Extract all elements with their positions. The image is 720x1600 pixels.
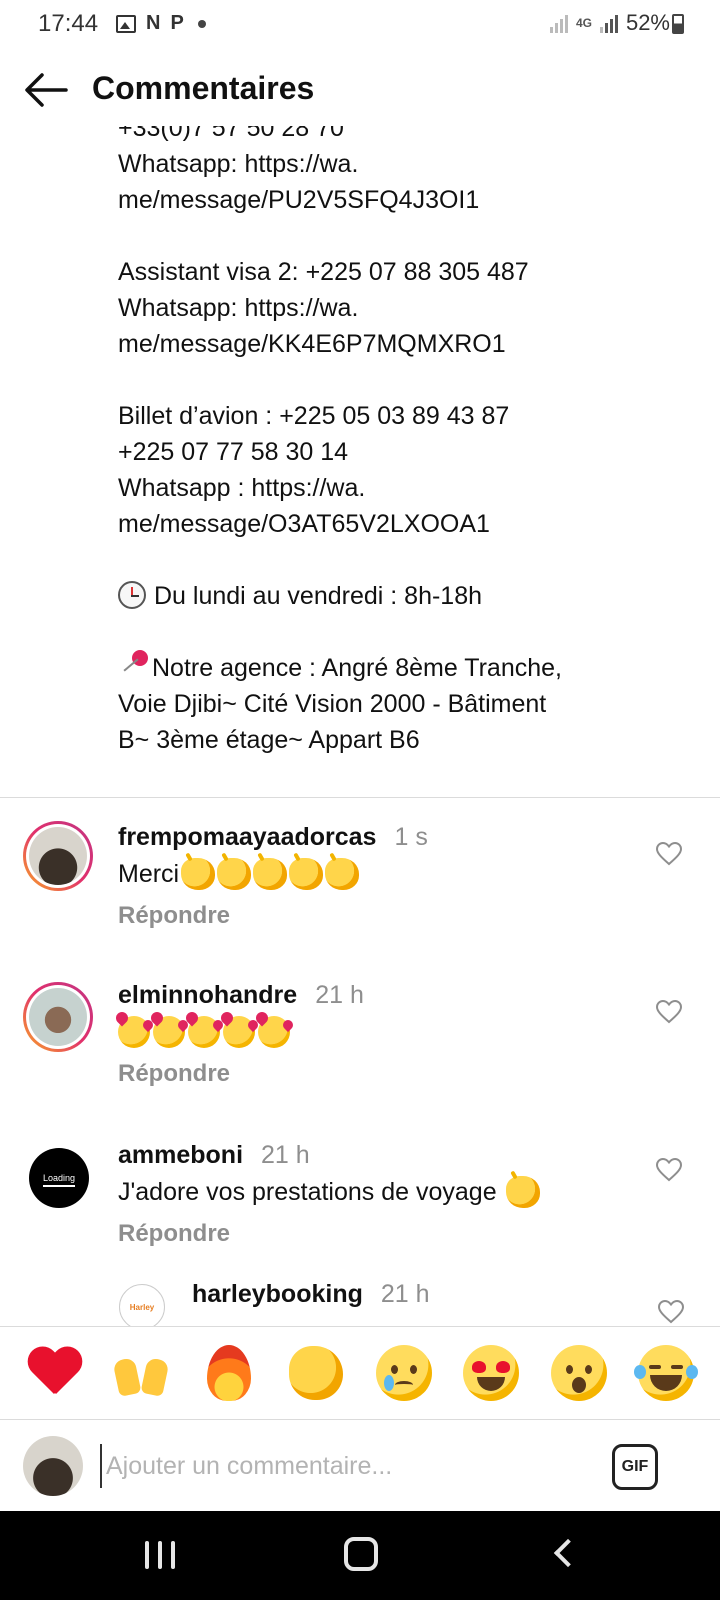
crying-face-reaction[interactable] — [374, 1343, 434, 1403]
emoji-reaction-bar — [0, 1326, 720, 1419]
avatar-text: Harley — [129, 1302, 155, 1312]
comment-time: 21 h — [315, 981, 364, 1009]
notification-icons: N P — [116, 12, 206, 35]
avatar — [23, 1436, 83, 1496]
heart-eyes-icon — [463, 1345, 520, 1401]
post-caption: +33(0)7 57 50 28 70 Whatsapp: https://wa… — [118, 126, 678, 766]
crying-face-icon — [375, 1345, 432, 1401]
like-heart-icon[interactable] — [656, 1000, 682, 1024]
reply-comment-item: Harley harleybooking 21 h — [0, 1274, 720, 1326]
battery-icon — [672, 14, 684, 34]
p-icon: P — [170, 12, 184, 34]
comment-text: J'adore vos prestations de voyage — [118, 1178, 497, 1206]
header: Commentaires — [0, 56, 720, 126]
fire-reaction[interactable] — [199, 1343, 259, 1403]
heart-eyes-reaction[interactable] — [461, 1343, 521, 1403]
comment-time: 21 h — [261, 1141, 310, 1169]
reply-button[interactable]: Répondre — [118, 1060, 230, 1088]
comment-text: Merci — [118, 860, 180, 888]
back-arrow-icon[interactable] — [24, 72, 68, 108]
caption-visa-2[interactable]: Assistant visa 2: +225 07 88 305 487 Wha… — [118, 254, 678, 362]
raising-hands-icon — [112, 1351, 170, 1397]
status-time: 17:44 — [38, 10, 99, 37]
tears-of-joy-icon — [634, 1345, 699, 1401]
comment-text-row — [118, 1016, 293, 1048]
surprised-face-icon — [550, 1345, 607, 1401]
avatar[interactable] — [23, 821, 93, 891]
like-heart-icon[interactable] — [656, 1158, 682, 1182]
pushpin-icon — [118, 650, 152, 680]
fire-icon — [206, 1345, 251, 1401]
signal-icon-2 — [599, 13, 618, 33]
avatar[interactable] — [23, 982, 93, 1052]
clapping-hands-reaction[interactable] — [286, 1343, 346, 1403]
caption-hours-line: Du lundi au vendredi : 8h-18h — [118, 578, 678, 614]
comment-time: 1 s — [394, 823, 428, 851]
clapping-hands-icon — [289, 1346, 344, 1400]
status-indicators: 4G 52% — [549, 10, 670, 36]
divider — [0, 797, 720, 798]
more-notifications-dot — [197, 19, 206, 28]
comment-username[interactable]: elminnohandre — [118, 981, 297, 1009]
clapping-hands-icon — [217, 858, 252, 890]
comment-username[interactable]: harleybooking — [192, 1280, 363, 1308]
caption-billet[interactable]: Billet d’avion : +225 05 03 89 43 87 +22… — [118, 398, 678, 542]
smiling-face-with-hearts-icon — [223, 1016, 255, 1048]
avatar-text: Loading — [42, 1173, 76, 1187]
image-icon — [116, 14, 136, 33]
red-heart-icon — [26, 1348, 82, 1398]
comment-username[interactable]: ammeboni — [118, 1141, 243, 1169]
red-heart-reaction[interactable] — [24, 1343, 84, 1403]
caption-hours: Du lundi au vendredi : 8h-18h — [154, 582, 483, 610]
caption-agency-line: Notre agence : Angré 8ème Tranche, Voie … — [118, 650, 678, 758]
comment-composer: GIF — [0, 1419, 720, 1511]
caption-partial-line: +33(0)7 57 50 28 70 — [118, 126, 344, 142]
avatar[interactable]: Harley — [119, 1284, 165, 1326]
surprised-face-reaction[interactable] — [549, 1343, 609, 1403]
comment-text-row: J'adore vos prestations de voyage — [118, 1176, 540, 1208]
comment-username[interactable]: frempomaayaadorcas — [118, 823, 376, 851]
gif-button[interactable]: GIF — [612, 1444, 658, 1490]
signal-icon — [549, 13, 568, 33]
reply-button[interactable]: Répondre — [118, 902, 230, 930]
home-icon[interactable] — [344, 1537, 378, 1571]
back-icon[interactable] — [553, 1538, 583, 1568]
network-type: 4G — [575, 16, 592, 30]
like-heart-icon[interactable] — [656, 842, 682, 866]
clapping-hands-icon — [289, 858, 324, 890]
like-heart-icon[interactable] — [658, 1300, 684, 1324]
comment-input[interactable] — [100, 1444, 580, 1488]
clapping-hands-icon — [325, 858, 360, 890]
clapping-hands-icon — [505, 1176, 540, 1208]
reply-button[interactable]: Répondre — [118, 1220, 230, 1248]
clapping-hands-icon — [181, 858, 216, 890]
caption-whatsapp-1[interactable]: Whatsapp: https://wa. me/message/PU2V5SF… — [118, 146, 678, 218]
battery-percent: 52% — [625, 10, 670, 35]
avatar[interactable]: Loading — [29, 1148, 89, 1208]
smiling-face-with-hearts-icon — [188, 1016, 220, 1048]
recents-icon[interactable] — [145, 1541, 175, 1569]
comment-text-row: Merci — [118, 858, 360, 890]
smiling-face-with-hearts-icon — [153, 1016, 185, 1048]
smiling-face-with-hearts-icon — [118, 1016, 150, 1048]
clapping-hands-icon — [253, 858, 288, 890]
tears-of-joy-reaction[interactable] — [634, 1343, 699, 1403]
smiling-face-with-hearts-icon — [258, 1016, 290, 1048]
comment-time: 21 h — [380, 1280, 430, 1308]
status-bar: 17:44 N P 4G 52% — [0, 0, 720, 48]
nyt-icon: N — [146, 12, 161, 34]
page-title: Commentaires — [92, 70, 315, 106]
caption-agency: Notre agence : Angré 8ème Tranche, Voie … — [118, 654, 562, 754]
raising-hands-reaction[interactable] — [111, 1343, 171, 1403]
clock-icon — [118, 581, 146, 609]
system-nav-bar — [0, 1511, 720, 1600]
